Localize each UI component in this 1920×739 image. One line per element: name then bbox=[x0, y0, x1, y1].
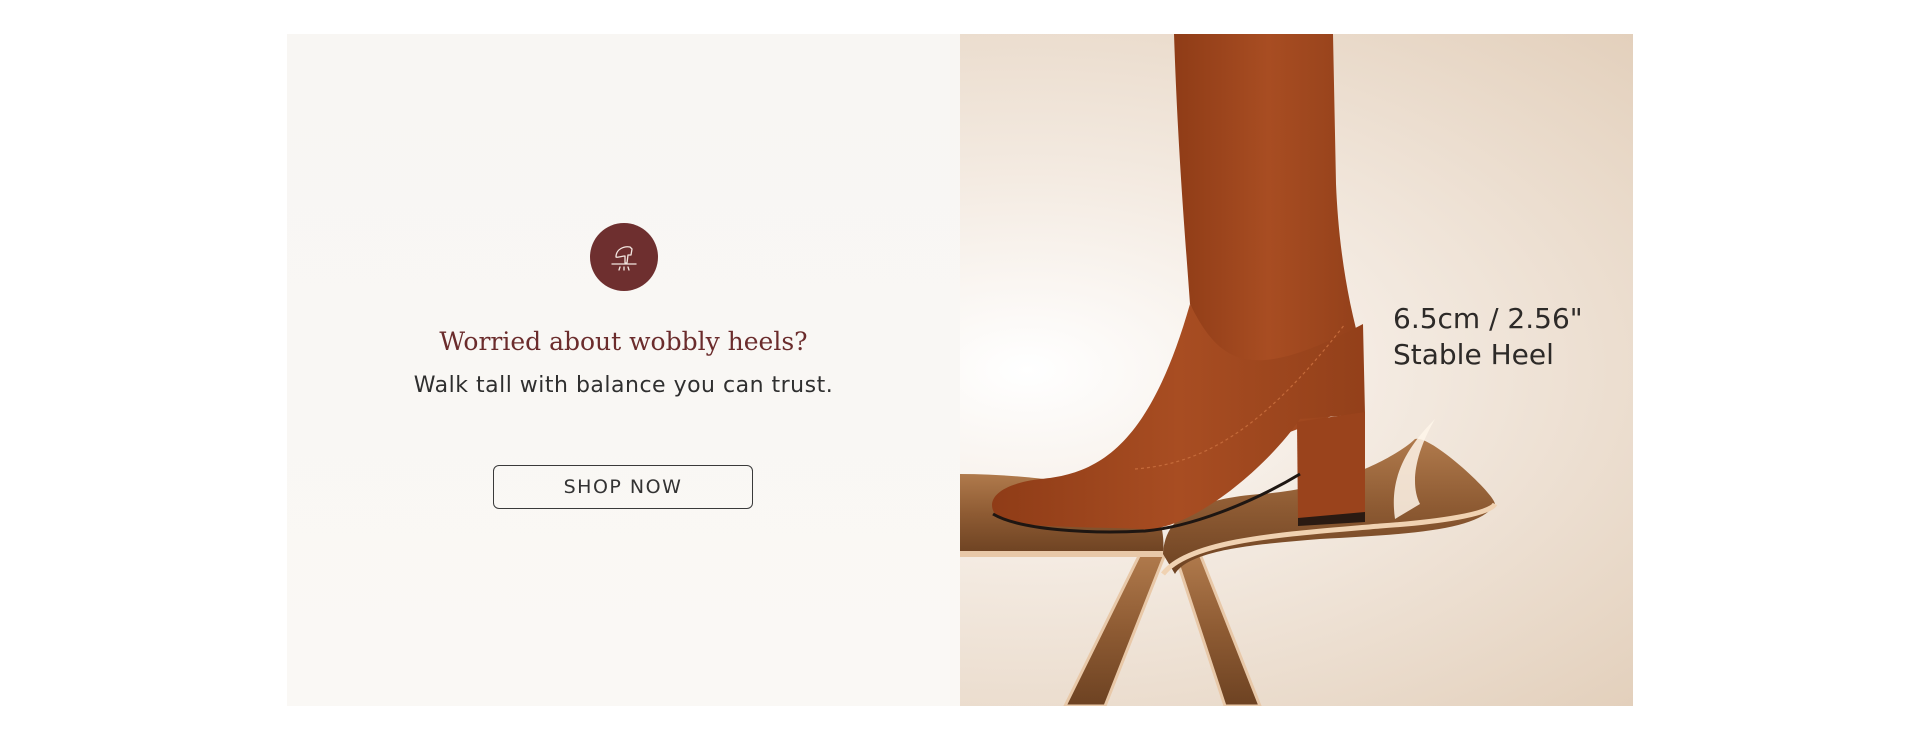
heel-feature-label: Stable Heel bbox=[1393, 338, 1554, 371]
promo-text-panel: Worried about wobbly heels? Walk tall wi… bbox=[287, 34, 960, 706]
shop-now-button[interactable]: SHOP NOW bbox=[493, 465, 753, 509]
heel-spec-label: 6.5cm / 2.56" Stable Heel bbox=[1393, 301, 1583, 373]
promo-subline: Walk tall with balance you can trust. bbox=[413, 373, 834, 398]
high-heel-icon bbox=[590, 223, 658, 291]
heel-measurement: 6.5cm / 2.56" bbox=[1393, 302, 1583, 335]
product-image-panel: 6.5cm / 2.56" Stable Heel bbox=[960, 34, 1633, 706]
promo-headline: Worried about wobbly heels? bbox=[439, 327, 808, 356]
promo-banner: Worried about wobbly heels? Walk tall wi… bbox=[287, 34, 1633, 706]
